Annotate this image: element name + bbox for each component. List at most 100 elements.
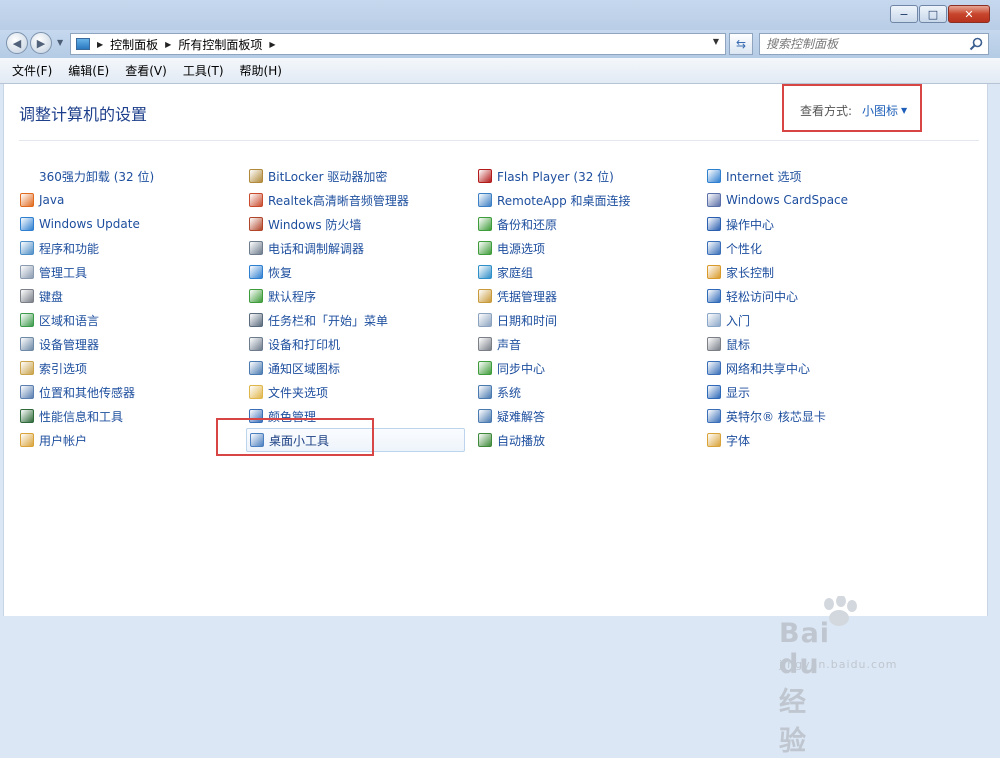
control-panel-item[interactable]: 鼠标 [707, 332, 848, 356]
control-panel-item[interactable]: 英特尔® 核芯显卡 [707, 404, 848, 428]
control-panel-item[interactable]: 电话和调制解调器 [249, 236, 465, 260]
realtek-audio-icon [249, 193, 263, 207]
control-panel-item[interactable]: Realtek高清晰音频管理器 [249, 188, 465, 212]
control-panel-item[interactable]: 系统 [478, 380, 631, 404]
menu-tools[interactable]: 工具(T) [175, 62, 232, 79]
search-input[interactable] [760, 34, 971, 54]
control-panel-item[interactable]: 360强力卸载 (32 位) [20, 164, 154, 188]
control-panel-item[interactable]: 设备管理器 [20, 332, 154, 356]
control-panel-item[interactable]: Windows CardSpace [707, 188, 848, 212]
recent-pages-dropdown-icon[interactable]: ▼ [57, 38, 63, 47]
default-programs-icon [249, 289, 263, 303]
control-panel-item[interactable]: 位置和其他传感器 [20, 380, 154, 404]
watermark-url: jingyan.baidu.com [779, 658, 898, 671]
control-panel-item[interactable]: 性能信息和工具 [20, 404, 154, 428]
search-icon[interactable] [969, 37, 983, 51]
device-manager-icon [20, 337, 34, 351]
control-panel-item-label: 设备和打印机 [268, 337, 341, 352]
control-panel-item[interactable]: 电源选项 [478, 236, 631, 260]
control-panel-item[interactable]: 索引选项 [20, 356, 154, 380]
credential-icon [478, 289, 492, 303]
phone-modem-icon [249, 241, 263, 255]
close-button[interactable]: ✕ [948, 5, 990, 23]
control-panel-item-label: 电源选项 [497, 241, 546, 256]
java-icon [20, 193, 34, 207]
menu-view[interactable]: 查看(V) [117, 62, 175, 79]
control-panel-item[interactable]: 用户帐户 [20, 428, 154, 452]
control-panel-item-label: 声音 [497, 337, 522, 352]
control-panel-item[interactable]: Windows 防火墙 [249, 212, 465, 236]
control-panel-item[interactable]: RemoteApp 和桌面连接 [478, 188, 631, 212]
control-panel-item[interactable]: 日期和时间 [478, 308, 631, 332]
control-panel-item-label: 网络和共享中心 [726, 361, 811, 376]
control-panel-item-label: 管理工具 [39, 265, 88, 280]
control-panel-item[interactable]: 同步中心 [478, 356, 631, 380]
control-panel-item[interactable]: 设备和打印机 [249, 332, 465, 356]
control-panel-item[interactable]: 备份和还原 [478, 212, 631, 236]
indexing-icon [20, 361, 34, 375]
control-panel-item[interactable]: 操作中心 [707, 212, 848, 236]
breadcrumb-control-panel[interactable]: 控制面板 [110, 36, 158, 53]
control-panel-item-label: 同步中心 [497, 361, 546, 376]
address-history-dropdown-icon[interactable]: ▼ [713, 37, 719, 46]
control-panel-item[interactable]: 键盘 [20, 284, 154, 308]
search-box[interactable] [759, 33, 989, 55]
control-panel-item[interactable]: 通知区域图标 [249, 356, 465, 380]
control-panel-item-label: 字体 [726, 433, 751, 448]
control-panel-item-label: 位置和其他传感器 [39, 385, 136, 400]
control-panel-item[interactable]: 默认程序 [249, 284, 465, 308]
page-title: 调整计算机的设置 [19, 105, 148, 124]
menu-help[interactable]: 帮助(H) [232, 62, 290, 79]
control-panel-item[interactable]: 声音 [478, 332, 631, 356]
control-panel-item[interactable]: 凭据管理器 [478, 284, 631, 308]
annotation-box-view-by [782, 84, 922, 132]
breadcrumb-separator-icon[interactable]: ▶ [97, 40, 103, 49]
control-panel-item-label: 轻松访问中心 [726, 289, 799, 304]
refresh-button[interactable]: ⇆ [729, 33, 753, 55]
control-panel-item[interactable]: 管理工具 [20, 260, 154, 284]
control-panel-item[interactable]: 程序和功能 [20, 236, 154, 260]
title-bar: − □ ✕ [0, 0, 1000, 30]
control-panel-item-label: 程序和功能 [39, 241, 100, 256]
control-panel-item[interactable]: Flash Player (32 位) [478, 164, 631, 188]
control-panel-item[interactable]: 显示 [707, 380, 848, 404]
control-panel-item[interactable]: 轻松访问中心 [707, 284, 848, 308]
control-panel-item[interactable]: 个性化 [707, 236, 848, 260]
control-panel-item[interactable]: Windows Update [20, 212, 154, 236]
control-panel-item-label: 文件夹选项 [268, 385, 329, 400]
menu-edit[interactable]: 编辑(E) [60, 62, 117, 79]
watermark-brand: Bai du经验 [779, 618, 831, 757]
power-icon [478, 241, 492, 255]
breadcrumb-all-items[interactable]: 所有控制面板项 [178, 36, 262, 53]
control-panel-item[interactable]: 字体 [707, 428, 848, 452]
scrollbar[interactable] [988, 84, 997, 616]
control-panel-item[interactable]: BitLocker 驱动器加密 [249, 164, 465, 188]
network-icon [707, 361, 721, 375]
control-panel-item[interactable]: 区域和语言 [20, 308, 154, 332]
control-panel-item[interactable]: Java [20, 188, 154, 212]
control-panel-item[interactable]: 网络和共享中心 [707, 356, 848, 380]
maximize-button[interactable]: □ [919, 5, 947, 23]
control-panel-item[interactable]: 自动播放 [478, 428, 631, 452]
minimize-button[interactable]: − [890, 5, 918, 23]
breadcrumb-separator-icon[interactable]: ▶ [165, 40, 171, 49]
breadcrumb[interactable]: ▶ 控制面板 ▶ 所有控制面板项 ▶ ▼ [70, 33, 726, 55]
personalization-icon [707, 241, 721, 255]
control-panel-item[interactable]: Internet 选项 [707, 164, 848, 188]
forward-button[interactable]: ▶ [30, 32, 52, 54]
clock-icon [478, 313, 492, 327]
speaker-icon [478, 337, 492, 351]
control-panel-item[interactable]: 恢复 [249, 260, 465, 284]
control-panel-item[interactable]: 入门 [707, 308, 848, 332]
control-panel-item[interactable]: 疑难解答 [478, 404, 631, 428]
control-panel-item[interactable]: 家长控制 [707, 260, 848, 284]
control-panel-item[interactable]: 任务栏和「开始」菜单 [249, 308, 465, 332]
breadcrumb-separator-icon[interactable]: ▶ [269, 40, 275, 49]
control-panel-item-label: Internet 选项 [726, 169, 802, 184]
performance-icon [20, 409, 34, 423]
control-panel-item[interactable]: 文件夹选项 [249, 380, 465, 404]
menu-file[interactable]: 文件(F) [4, 62, 60, 79]
control-panel-item[interactable]: 家庭组 [478, 260, 631, 284]
back-button[interactable]: ◀ [6, 32, 28, 54]
control-panel-item-label: 入门 [726, 313, 751, 328]
